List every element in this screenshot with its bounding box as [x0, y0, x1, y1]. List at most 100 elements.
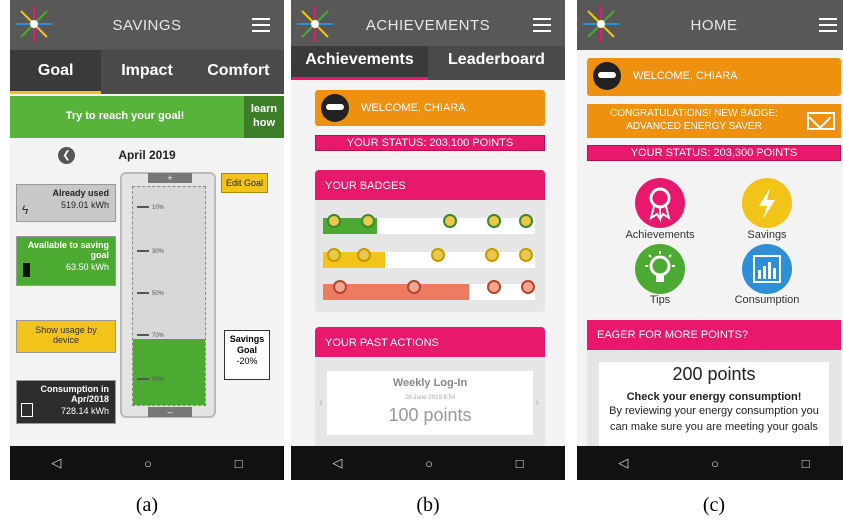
welcome-text: WELCOME, CHIARA — [361, 102, 466, 114]
badge-icon — [443, 214, 457, 228]
status-badge: YOUR STATUS: 203,100 POINTS — [315, 135, 545, 151]
past-actions-panel: YOUR PAST ACTIONS ‹ Weekly Log-In 28-Jun… — [315, 327, 545, 447]
savings-goal-value: -20% — [236, 356, 258, 366]
edit-goal-button[interactable]: Edit Goal — [221, 173, 268, 193]
already-used-card: ϟ Already used 519.01 kWh — [16, 184, 116, 222]
home-nav-icon[interactable]: ○ — [425, 456, 433, 471]
congrats-text: CONGRATULATIONS! NEW BADGE: ADVANCED ENE… — [610, 108, 778, 132]
month-label: April 2019 — [118, 148, 176, 162]
savings-tabs: Goal Impact Comfort — [10, 50, 284, 94]
available-label: Available to saving goal — [27, 240, 109, 260]
goal-banner-text: Try to reach your goal! — [65, 110, 185, 122]
back-nav-icon[interactable]: ◁ — [51, 455, 61, 471]
badge-icon — [487, 280, 501, 294]
calendar-icon — [21, 403, 33, 417]
past-actions-header: YOUR PAST ACTIONS — [315, 327, 545, 357]
android-nav-bar: ◁ ○ □ — [291, 446, 565, 480]
badge-icon — [487, 214, 501, 228]
savings-goal-box: Savings Goal -20% — [224, 330, 270, 380]
back-nav-icon[interactable]: ◁ — [618, 455, 628, 471]
hamburger-menu-icon[interactable] — [533, 18, 551, 32]
ribbon-badge-icon — [649, 187, 671, 223]
gauge-fill — [133, 339, 205, 405]
action-date: 28-June-2019 6:54 — [404, 395, 456, 401]
badge-icon — [333, 280, 347, 294]
hamburger-menu-icon[interactable] — [252, 18, 270, 32]
badge-icon — [519, 248, 533, 262]
recent-nav-icon[interactable]: □ — [235, 456, 243, 471]
screen-title: ACHIEVEMENTS — [365, 17, 491, 34]
gauge-tick: 50% — [137, 291, 164, 297]
lightning-icon — [759, 188, 775, 219]
gauge-tick: 90% — [137, 377, 164, 383]
carousel-next-icon[interactable]: › — [535, 397, 539, 409]
status-badge: YOUR STATUS: 203,300 POINTS — [587, 145, 841, 161]
envelope-icon — [807, 112, 835, 130]
android-nav-bar: ◁ ○ □ — [577, 446, 843, 480]
caption-c: (c) — [702, 494, 726, 516]
eager-title: Check your energy consumption! — [626, 391, 802, 403]
badge-icon — [431, 248, 445, 262]
avatar — [593, 62, 621, 90]
badge-icon — [327, 248, 341, 262]
bar-chart-icon — [753, 255, 781, 283]
show-usage-button[interactable]: Show usage by device — [16, 320, 116, 353]
available-value: 63.50 kWh — [65, 262, 109, 272]
achievements-screen: ACHIEVEMENTS Achievements Leaderboard WE… — [291, 0, 565, 480]
badge-icon — [407, 280, 421, 294]
home-nav-icon[interactable]: ○ — [711, 456, 719, 471]
eager-points: 200 points — [672, 364, 756, 384]
badge-row — [323, 214, 535, 234]
consumption-label: Consumption in Apr/2018 — [40, 384, 110, 404]
already-used-label: Already used — [52, 188, 109, 198]
consumption-label: Consumption — [734, 294, 800, 306]
tab-goal[interactable]: Goal — [10, 50, 102, 94]
gauge-tick: 10% — [137, 205, 164, 211]
badge-row — [323, 280, 535, 300]
badge-icon — [327, 214, 341, 228]
tab-comfort[interactable]: Comfort — [193, 50, 284, 94]
caption-b: (b) — [416, 494, 440, 516]
consumption-button[interactable] — [742, 244, 792, 294]
consumption-card: Consumption in Apr/2018 728.14 kWh — [16, 380, 116, 424]
tab-leaderboard[interactable]: Leaderboard — [428, 46, 565, 80]
lightning-icon: ϟ — [22, 203, 29, 217]
app-header: SAVINGS — [10, 0, 284, 50]
tips-button[interactable] — [635, 244, 685, 294]
carousel-prev-icon[interactable]: ‹ — [319, 397, 323, 409]
back-nav-icon[interactable]: ◁ — [332, 455, 342, 471]
caption-a: (a) — [135, 494, 159, 516]
home-nav-icon[interactable]: ○ — [144, 456, 152, 471]
app-header: ACHIEVEMENTS — [291, 0, 565, 50]
available-card: Available to saving goal 63.50 kWh — [16, 236, 116, 286]
lightbulb-icon — [645, 251, 675, 282]
badge-icon — [519, 214, 533, 228]
hamburger-menu-icon[interactable] — [819, 18, 837, 32]
tab-impact[interactable]: Impact — [101, 50, 192, 94]
savings-button[interactable] — [742, 178, 792, 228]
screen-title: SAVINGS — [112, 17, 182, 34]
tab-achievements[interactable]: Achievements — [291, 46, 428, 80]
avatar — [321, 94, 349, 122]
savings-goal-label: Savings Goal — [229, 334, 265, 355]
already-used-value: 519.01 kWh — [60, 200, 109, 210]
savings-gauge: + 10% 30% 50% 70% 90% – — [120, 172, 216, 418]
achievements-button[interactable] — [635, 178, 685, 228]
badge-row — [323, 248, 535, 268]
badge-icon — [361, 214, 375, 228]
achievements-label: Achievements — [625, 229, 695, 241]
recent-nav-icon[interactable]: □ — [516, 456, 524, 471]
learn-how-button[interactable]: learn how — [244, 96, 284, 138]
eager-text: By reviewing your energy consumption you… — [609, 405, 819, 433]
welcome-text: WELCOME, CHIARA — [633, 70, 738, 82]
recent-nav-icon[interactable]: □ — [802, 456, 810, 471]
new-badge-notification[interactable]: CONGRATULATIONS! NEW BADGE: ADVANCED ENE… — [587, 104, 841, 138]
action-card: Weekly Log-In 28-June-2019 6:54 100 poin… — [327, 371, 533, 435]
badges-panel: YOUR BADGES — [315, 170, 545, 312]
app-header: HOME — [577, 0, 843, 50]
gauge-tick: 30% — [137, 249, 164, 255]
gauge-increase-button[interactable]: + — [148, 173, 192, 183]
savings-label: Savings — [747, 229, 787, 241]
gauge-decrease-button[interactable]: – — [148, 407, 192, 417]
savings-screen: SAVINGS Goal Impact Comfort Try to reach… — [10, 0, 284, 480]
